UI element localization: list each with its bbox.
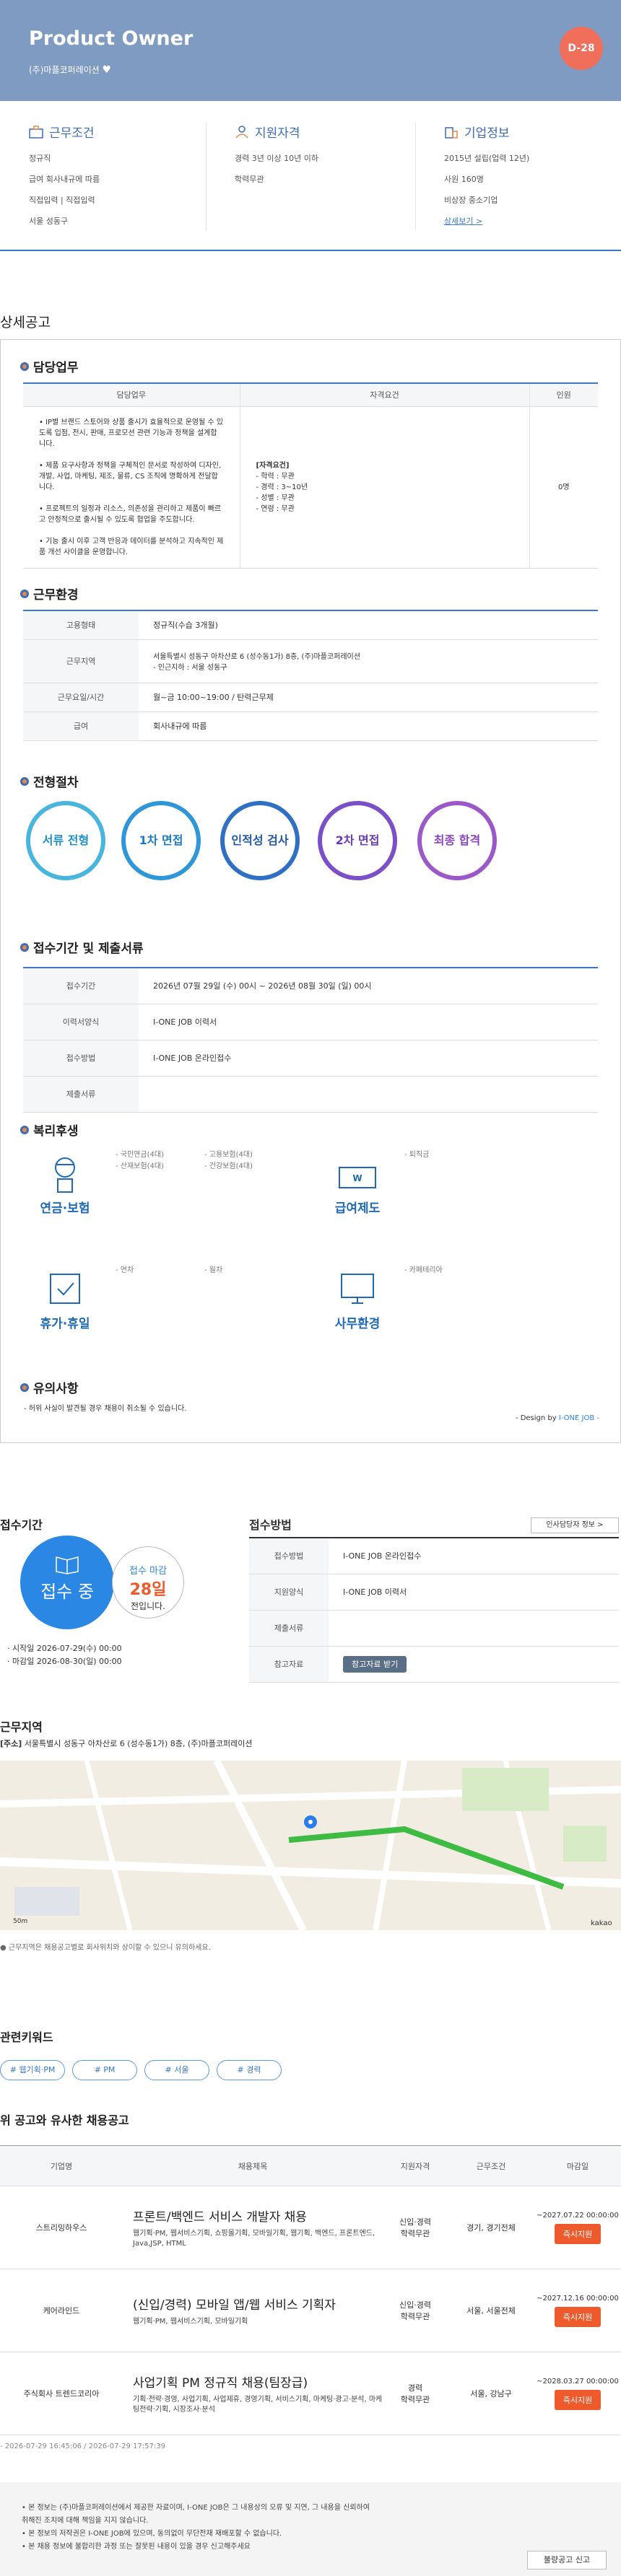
step-5: 최종 합격 bbox=[417, 801, 497, 880]
kakao-logo: kakao bbox=[591, 1919, 612, 1927]
heart-icon[interactable]: ♥ bbox=[103, 64, 112, 76]
welfare-list-4: - 연차 bbox=[116, 1266, 134, 1274]
company-detail-link[interactable]: 상세보기 > bbox=[444, 216, 482, 226]
detail-heading: 상세공고 bbox=[0, 315, 51, 330]
qualifications: 지원자격 경력 3년 이상 10년 이하 학력무관 bbox=[235, 125, 318, 184]
table-row[interactable]: 주식회사 트렌드코리아 사업기획 PM 정규직 채용(팀장급) 기획·전략·경영,… bbox=[0, 2352, 621, 2435]
notice-title: 유의사항 bbox=[20, 1378, 79, 1396]
address: [주소] 서울특별시 성동구 아차산로 6 (성수동1가) 8층, (주)마플코… bbox=[0, 1739, 253, 1748]
keyword-tag[interactable]: # 서울 bbox=[144, 2060, 209, 2080]
money-icon: W bbox=[339, 1167, 376, 1188]
job-header: Product Owner (주)마플코퍼레이션 ♥ D-28 bbox=[0, 0, 621, 101]
env-table: 고용형태 정규직(수습 3개월) 근무지역 서울특별시 성동구 아차산로 6 (성수… bbox=[23, 610, 598, 741]
process-title: 전형절차 bbox=[20, 772, 79, 790]
table-row[interactable]: 케어라인드 (신입/경력) 모바일 앱/웹 서비스 기획자 웹기획·PM, 웹서비… bbox=[0, 2269, 621, 2352]
job-title: Product Owner bbox=[29, 27, 194, 50]
pension-icon bbox=[55, 1157, 75, 1193]
briefcase-icon bbox=[29, 125, 43, 139]
office-group: 사무환경 bbox=[329, 1270, 386, 1331]
building-icon bbox=[445, 126, 458, 139]
welfare-title: 복리후생 bbox=[20, 1121, 79, 1139]
welfare-list-6: - 카페테리아 bbox=[404, 1266, 443, 1274]
company-info: 기업정보 2015년 설립(업력 12년) 사원 160명 비상장 중소기업 상세보… bbox=[444, 126, 530, 226]
reference-download-button[interactable]: 참고자료 받기 bbox=[343, 1656, 407, 1673]
footer-notice: • 본 정보는 (주)마플코퍼레이션에서 제공한 자료이며, I-ONE JOB… bbox=[22, 2504, 370, 2551]
method-table: 접수방법 I-ONE JOB 온라인접수 지원양식 I-ONE JOB 이력서 제출… bbox=[249, 1537, 619, 1683]
salary-group: W 급여제도 bbox=[329, 1162, 386, 1216]
duty-table: 담당업무 자격요건 인원 • IP별 브랜드 스토어와 상품 출시가 효율적으로 운… bbox=[23, 382, 598, 569]
similar-jobs-table: 기업명 채용제목 지원자격 근무조건 마감일 스트리밍하우스 프론트/백엔드 서비스 개… bbox=[0, 2145, 621, 2435]
deadline-circle: 접수 마감 28일 전입니다. bbox=[112, 1546, 184, 1618]
design-credit: - Design by I-ONE JOB - bbox=[515, 1414, 599, 1422]
apply-now-button[interactable]: 즉시지원 bbox=[554, 2223, 602, 2244]
contact-button[interactable]: 인사담당자 정보 > bbox=[531, 1517, 619, 1533]
vacation-group: 휴가·휴일 bbox=[36, 1270, 94, 1331]
dday-badge: D-28 bbox=[560, 27, 603, 70]
welfare-list-1: - 국민연금(4대) - 산재보험(4대) bbox=[116, 1151, 164, 1170]
monitor-icon bbox=[341, 1274, 374, 1304]
summary-box: 근무조건 정규직 급여 회사내규에 따름 직접입력 | 직접입력 서울 성동구 지원자… bbox=[0, 101, 621, 251]
map-scale: 50m bbox=[13, 1918, 27, 1925]
company-name[interactable]: (주)마플코퍼레이션 ♥ bbox=[29, 63, 111, 76]
status-circle: 접수 중 bbox=[20, 1535, 114, 1629]
person-icon bbox=[235, 125, 248, 138]
period-table: 접수기간 2026년 07월 29일 (수) 00시 ~ 2026년 08월 30… bbox=[23, 967, 598, 1113]
welfare-list-3: - 퇴직금 bbox=[404, 1151, 430, 1159]
step-4: 2차 면접 bbox=[318, 801, 397, 880]
env-title: 근무환경 bbox=[20, 584, 79, 603]
keyword-tag[interactable]: # PM bbox=[72, 2060, 137, 2080]
duty-tasks: • IP별 브랜드 스토어와 상품 출시가 효율적으로 운영될 수 있도록 입점… bbox=[23, 406, 240, 569]
table-row[interactable]: 스트리밍하우스 프론트/백엔드 서비스 개발자 채용 웹기획·PM, 웹서비스기획… bbox=[0, 2186, 621, 2269]
report-button[interactable]: 불량공고 신고 bbox=[527, 2551, 607, 2570]
map[interactable]: 50m kakao bbox=[0, 1761, 621, 1930]
keyword-tag[interactable]: # 경력 bbox=[217, 2060, 282, 2080]
step-1: 서류 전형 bbox=[26, 801, 105, 880]
svg-text:W: W bbox=[352, 1173, 362, 1183]
apply-now-button[interactable]: 즉시지원 bbox=[554, 2389, 602, 2410]
step-3: 인적성 검사 bbox=[220, 801, 300, 880]
step-2: 1차 면접 bbox=[121, 801, 201, 880]
period-title: 접수기간 및 제출서류 bbox=[20, 938, 144, 956]
calendar-icon bbox=[50, 1274, 80, 1304]
keyword-tag[interactable]: # 웹기획·PM bbox=[0, 2060, 65, 2080]
duty-title: 담당업무 bbox=[20, 357, 79, 375]
welfare-list-5: - 월차 bbox=[204, 1266, 223, 1274]
book-icon bbox=[56, 1556, 79, 1574]
welfare-list-2: - 고용보험(4대) - 건강보험(4대) bbox=[204, 1151, 253, 1170]
work-conditions: 근무조건 정규직 급여 회사내규에 따름 직접입력 | 직접입력 서울 성동구 bbox=[29, 125, 100, 226]
apply-now-button[interactable]: 즉시지원 bbox=[554, 2306, 602, 2327]
duty-requirements: [자격요건] - 학력 : 무관 - 경력 : 3~10년 - 성별 : 무관 - 연령… bbox=[240, 406, 530, 569]
pension-group: 연금·보험 bbox=[36, 1155, 94, 1216]
